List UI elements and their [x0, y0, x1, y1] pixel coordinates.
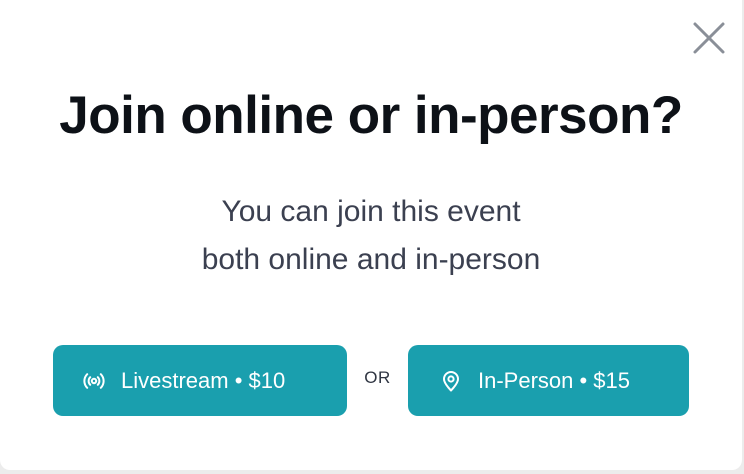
livestream-button-label: Livestream • $10	[121, 367, 286, 393]
livestream-button[interactable]: Livestream • $10	[53, 345, 347, 416]
close-button[interactable]	[690, 19, 728, 57]
broadcast-icon	[81, 368, 107, 394]
in-person-button[interactable]: In-Person • $15	[408, 345, 689, 416]
dialog-title: Join online or in-person?	[59, 86, 683, 145]
in-person-button-label: In-Person • $15	[478, 367, 631, 393]
or-separator: OR	[364, 368, 391, 387]
location-pin-icon	[438, 368, 464, 394]
dialog-subtitle: You can join this event both online and …	[0, 188, 742, 284]
close-icon	[693, 22, 725, 54]
join-event-dialog: Join online or in-person? You can join t…	[0, 0, 742, 470]
subtitle-line-2: both online and in-person	[201, 243, 541, 276]
subtitle-line-1: You can join this event	[221, 195, 521, 228]
